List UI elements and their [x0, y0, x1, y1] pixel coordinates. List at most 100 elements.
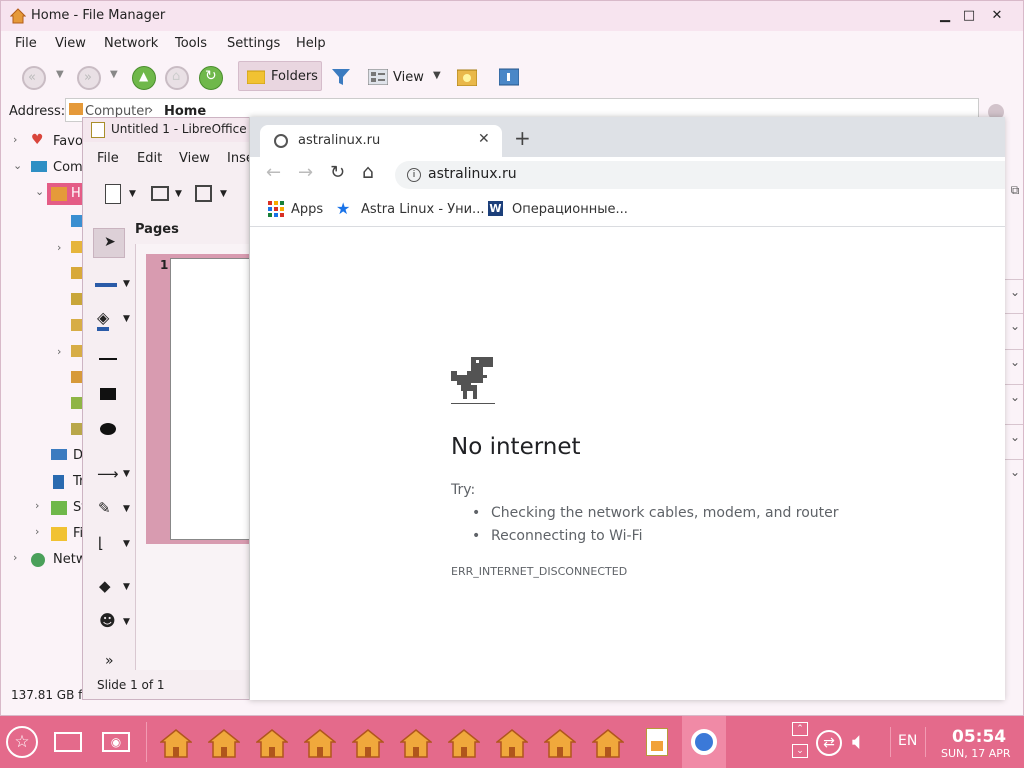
- tab-astralinux[interactable]: astralinux.ru ✕: [260, 125, 502, 157]
- task-chrome-active[interactable]: [682, 716, 726, 768]
- lo-menu-file[interactable]: File: [97, 151, 119, 166]
- home-icon[interactable]: ⌂: [362, 161, 374, 183]
- tree-item-storage[interactable]: › St: [5, 497, 86, 519]
- home-icon[interactable]: ⌂: [165, 66, 189, 90]
- forward-arrow-icon[interactable]: →: [298, 162, 313, 183]
- new-tab-icon[interactable]: +: [514, 126, 531, 150]
- open-dropdown-icon[interactable]: ▼: [175, 189, 182, 199]
- apps-grid-icon[interactable]: [268, 201, 284, 217]
- expand-icon[interactable]: ›: [57, 241, 61, 254]
- close-tab-icon[interactable]: ✕: [478, 131, 490, 147]
- view-icon[interactable]: [368, 69, 388, 85]
- chevron-down-icon[interactable]: ⌄: [792, 744, 808, 758]
- ellipse-tool[interactable]: [93, 418, 129, 442]
- back-icon[interactable]: «: [22, 66, 46, 90]
- tree-item-computer[interactable]: ⌄ Com: [5, 157, 85, 179]
- view-label[interactable]: View: [393, 70, 424, 85]
- slide-thumbnail-selected[interactable]: 1: [146, 254, 260, 544]
- new-document-icon[interactable]: [105, 184, 121, 204]
- arrow-tool[interactable]: ⟶ ▼: [93, 463, 130, 487]
- task-file-manager-7[interactable]: [446, 728, 482, 758]
- back-arrow-icon[interactable]: ←: [266, 162, 281, 183]
- rectangle-tool[interactable]: [93, 383, 129, 407]
- select-tool[interactable]: ➤: [93, 228, 125, 258]
- basic-shapes-tool[interactable]: ◆ ▼: [93, 576, 130, 600]
- chevron-down-icon[interactable]: ⌄: [1007, 465, 1023, 485]
- fill-color-tool[interactable]: ◈ ▼: [93, 308, 130, 332]
- menu-tools[interactable]: Tools: [175, 36, 207, 51]
- forward-dropdown-icon[interactable]: ▼: [110, 69, 118, 80]
- tree-item-filesystem[interactable]: › Fi: [5, 523, 85, 545]
- up-icon[interactable]: ▲: [132, 66, 156, 90]
- chevron-down-icon[interactable]: ⌄: [1007, 390, 1023, 410]
- tree-item-network[interactable]: › Netw: [5, 549, 86, 571]
- clock-time[interactable]: 05:54: [952, 727, 1006, 747]
- folders-button[interactable]: Folders: [238, 61, 322, 91]
- tree-item-home[interactable]: ⌄ H: [5, 183, 85, 205]
- chevron-down-icon[interactable]: ⌄: [1007, 355, 1023, 375]
- terminal-icon[interactable]: [499, 67, 519, 87]
- save-dropdown-icon[interactable]: ▼: [220, 189, 227, 199]
- open-folder-icon[interactable]: [151, 186, 169, 201]
- maximize-button[interactable]: □: [959, 6, 979, 26]
- chevron-up-icon[interactable]: ⌃: [792, 722, 808, 736]
- lo-menu-view[interactable]: View: [179, 151, 210, 166]
- expand-icon[interactable]: ›: [13, 133, 17, 146]
- save-icon[interactable]: [195, 185, 212, 202]
- task-file-manager-5[interactable]: [350, 728, 386, 758]
- libreoffice-titlebar[interactable]: Untitled 1 - LibreOffice D: [83, 118, 260, 142]
- new-dropdown-icon[interactable]: ▼: [129, 189, 136, 199]
- task-file-manager-3[interactable]: [254, 728, 290, 758]
- tree-item-favorites[interactable]: › ♥ Favo: [5, 131, 85, 153]
- chevron-down-icon[interactable]: ⌄: [1007, 319, 1023, 339]
- address-bar[interactable]: i astralinux.ru: [395, 161, 1005, 189]
- show-desktop-button[interactable]: [52, 726, 86, 758]
- line-tool[interactable]: [93, 348, 129, 372]
- expand-icon[interactable]: ›: [35, 525, 39, 538]
- network-icon[interactable]: ⇄: [816, 730, 842, 756]
- bookmark-operating-systems[interactable]: Операционные...: [512, 202, 628, 217]
- dinosaur-icon[interactable]: [451, 357, 495, 401]
- language-indicator[interactable]: EN: [890, 727, 926, 757]
- lo-menu-edit[interactable]: Edit: [137, 151, 162, 166]
- new-folder-icon[interactable]: [457, 68, 477, 86]
- more-tools-button[interactable]: »: [93, 653, 129, 677]
- task-file-manager-10[interactable]: [590, 728, 626, 758]
- expand-icon[interactable]: ›: [35, 499, 39, 512]
- curve-tool[interactable]: ✎ ▼: [93, 498, 130, 522]
- start-menu-button[interactable]: ☆: [6, 726, 40, 758]
- menu-network[interactable]: Network: [104, 36, 158, 51]
- chevron-down-icon[interactable]: ⌄: [1007, 430, 1023, 450]
- expand-icon[interactable]: ›: [57, 345, 61, 358]
- collapse-icon[interactable]: ⌄: [13, 159, 22, 172]
- task-file-manager-1[interactable]: [158, 728, 194, 758]
- tree-item-trash[interactable]: Tr: [5, 471, 85, 493]
- url-text[interactable]: astralinux.ru: [428, 166, 517, 182]
- task-file-manager-2[interactable]: [206, 728, 242, 758]
- refresh-icon[interactable]: ↻: [199, 66, 223, 90]
- symbol-shapes-tool[interactable]: ☻ ▼: [93, 611, 130, 635]
- screen-eye-button[interactable]: ◉: [100, 726, 134, 758]
- bookmark-astra-linux[interactable]: Astra Linux - Уни...: [361, 202, 484, 217]
- filter-icon[interactable]: [331, 67, 351, 87]
- task-file-manager-4[interactable]: [302, 728, 338, 758]
- menu-settings[interactable]: Settings: [227, 36, 280, 51]
- info-icon[interactable]: i: [407, 168, 421, 182]
- back-dropdown-icon[interactable]: ▼: [56, 69, 64, 80]
- connector-tool[interactable]: ⌊ ▼: [93, 533, 130, 557]
- task-file-manager-8[interactable]: [494, 728, 530, 758]
- reload-icon[interactable]: ↻: [330, 162, 345, 183]
- task-file-manager-9[interactable]: [542, 728, 578, 758]
- collapse-icon[interactable]: ⌄: [35, 185, 44, 198]
- volume-icon[interactable]: 🔈︎: [852, 727, 866, 755]
- line-color-tool[interactable]: ▼: [93, 273, 130, 297]
- minimize-button[interactable]: ▁: [935, 6, 955, 26]
- menu-help[interactable]: Help: [296, 36, 326, 51]
- menu-file[interactable]: File: [15, 36, 37, 51]
- expand-icon[interactable]: ›: [13, 551, 17, 564]
- task-file-manager-6[interactable]: [398, 728, 434, 758]
- close-button[interactable]: ✕: [987, 6, 1007, 26]
- panel-icon[interactable]: ⧉: [1007, 183, 1023, 203]
- file-manager-titlebar[interactable]: Home - File Manager ▁ □ ✕: [1, 1, 1023, 31]
- forward-icon[interactable]: »: [77, 66, 101, 90]
